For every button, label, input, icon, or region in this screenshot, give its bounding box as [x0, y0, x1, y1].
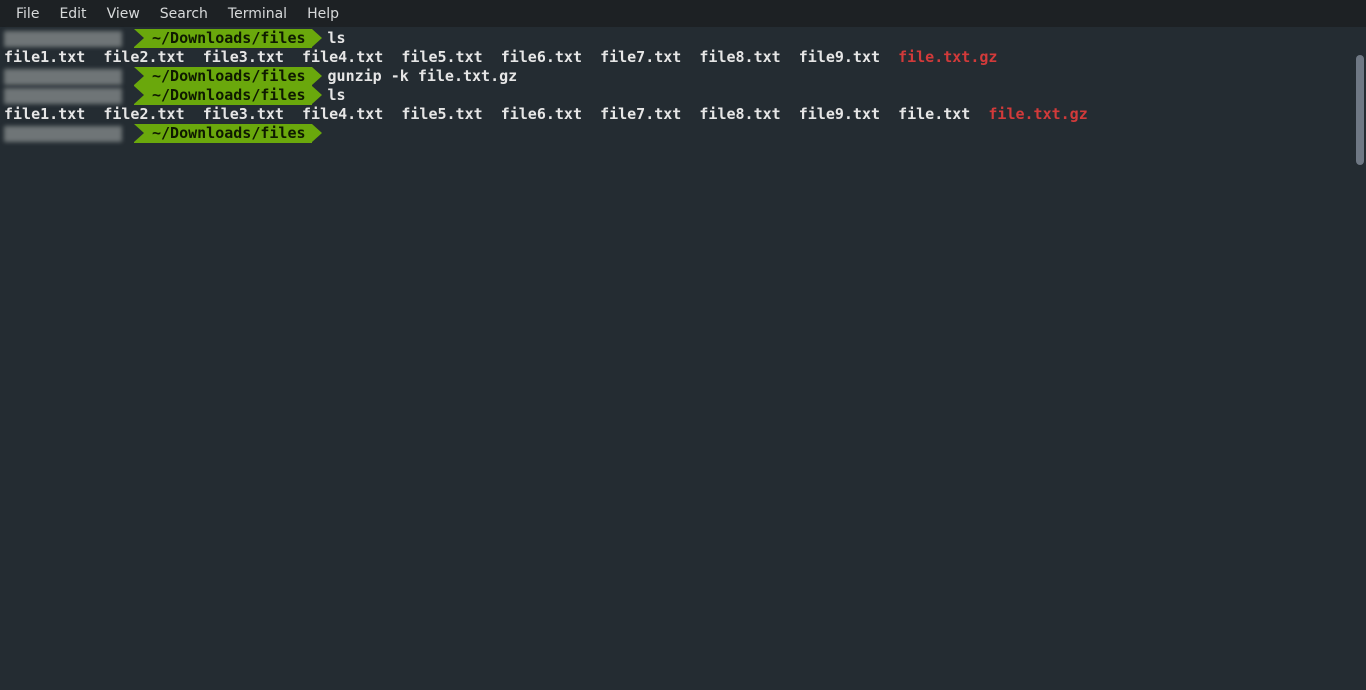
prompt-path: ~/Downloads/files — [134, 124, 312, 143]
prompt-line-active[interactable]: ~/Downloads/files — [0, 124, 1366, 143]
file-entry: file8.txt — [699, 48, 780, 67]
user-host-blurred — [4, 88, 122, 104]
file-entry: file5.txt — [401, 105, 482, 124]
prompt-line: ~/Downloads/files gunzip -k file.txt.gz — [0, 67, 1366, 86]
prompt-line: ~/Downloads/files ls — [0, 86, 1366, 105]
scrollbar-thumb[interactable] — [1356, 55, 1364, 165]
file-entry: file5.txt — [401, 48, 482, 67]
menubar: File Edit View Search Terminal Help — [0, 0, 1366, 27]
file-entry: file7.txt — [600, 48, 681, 67]
file-entry: file6.txt — [501, 105, 582, 124]
prompt-path: ~/Downloads/files — [134, 67, 312, 86]
ls-output: file1.txt file2.txt file3.txt file4.txt … — [0, 48, 1366, 67]
file-entry: file3.txt — [203, 105, 284, 124]
menu-search[interactable]: Search — [150, 3, 218, 25]
ls-output: file1.txt file2.txt file3.txt file4.txt … — [0, 105, 1366, 124]
terminal-area[interactable]: ~/Downloads/files ls file1.txt file2.txt… — [0, 27, 1366, 690]
file-entry: file4.txt — [302, 48, 383, 67]
file-entry: file6.txt — [501, 48, 582, 67]
user-host-blurred — [4, 31, 122, 47]
user-host-blurred — [4, 126, 122, 142]
menu-terminal[interactable]: Terminal — [218, 3, 297, 25]
prompt-path: ~/Downloads/files — [134, 29, 312, 48]
file-entry: file9.txt — [799, 48, 880, 67]
menu-view[interactable]: View — [97, 3, 150, 25]
menu-help[interactable]: Help — [297, 3, 349, 25]
command-text: ls — [328, 29, 346, 48]
file-entry-gz: file.txt.gz — [988, 105, 1087, 124]
file-entry: file.txt — [898, 105, 970, 124]
file-entry: file3.txt — [203, 48, 284, 67]
file-entry: file1.txt — [4, 48, 85, 67]
file-entry: file7.txt — [600, 105, 681, 124]
file-entry: file8.txt — [699, 105, 780, 124]
prompt-line: ~/Downloads/files ls — [0, 29, 1366, 48]
menu-edit[interactable]: Edit — [49, 3, 96, 25]
file-entry-gz: file.txt.gz — [898, 48, 997, 67]
command-text: ls — [328, 86, 346, 105]
file-entry: file2.txt — [103, 48, 184, 67]
prompt-path: ~/Downloads/files — [134, 86, 312, 105]
user-host-blurred — [4, 69, 122, 85]
menu-file[interactable]: File — [6, 3, 49, 25]
file-entry: file1.txt — [4, 105, 85, 124]
file-entry: file9.txt — [799, 105, 880, 124]
command-text: gunzip -k file.txt.gz — [328, 67, 518, 86]
file-entry: file4.txt — [302, 105, 383, 124]
file-entry: file2.txt — [103, 105, 184, 124]
